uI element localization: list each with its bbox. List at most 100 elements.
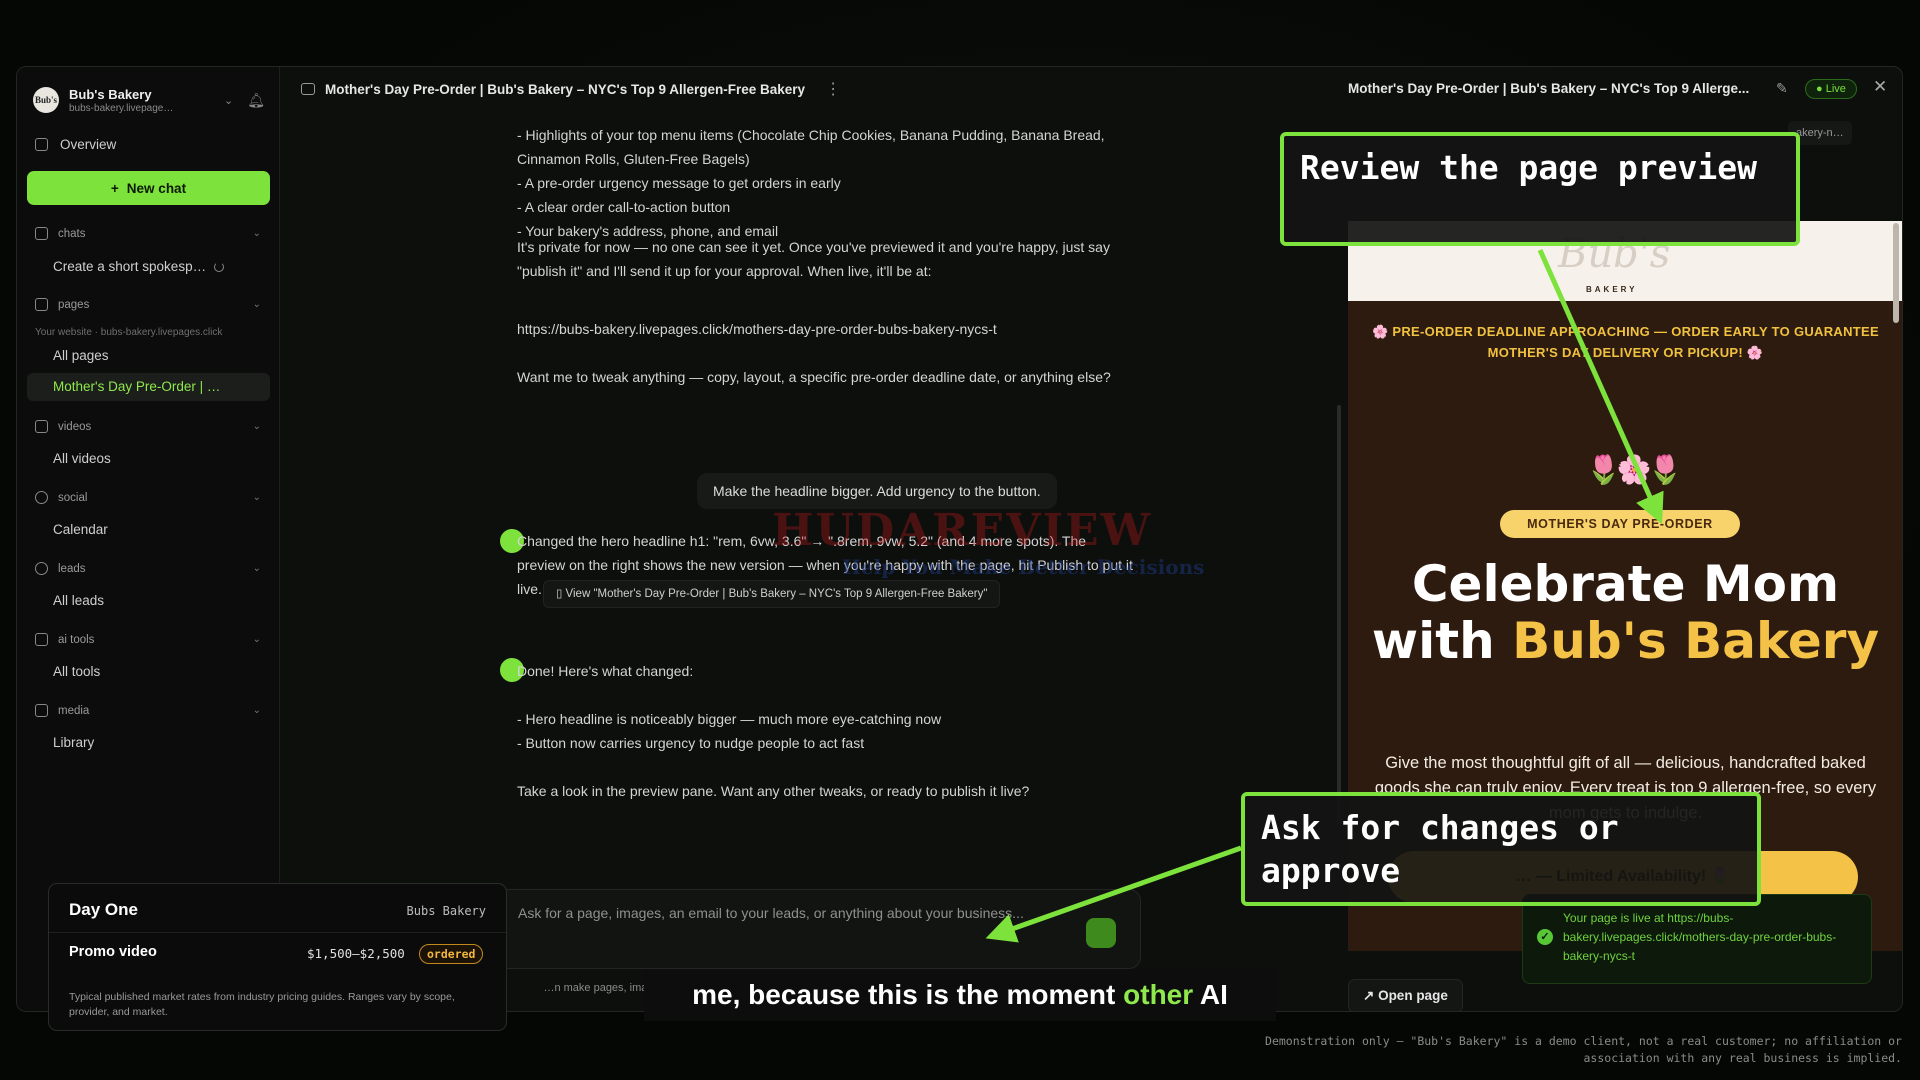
assistant-message: Want me to tweak anything — copy, layout… — [517, 369, 1111, 385]
video-icon — [35, 420, 48, 433]
chat-scrollbar[interactable] — [1337, 405, 1341, 825]
live-label: Live — [1825, 83, 1846, 95]
sidebar-item-all-pages[interactable]: All pages — [53, 348, 109, 363]
section-label: social — [58, 491, 88, 504]
live-status-badge: ● Live — [1805, 79, 1857, 99]
sidebar-item-calendar[interactable]: Calendar — [53, 522, 108, 537]
send-button[interactable] — [1086, 918, 1116, 948]
watermark: HUDAREVIEW — [772, 505, 1153, 556]
subtitle-text: AI — [1193, 979, 1228, 1010]
assistant-message: - Highlights of your top menu items (Cho… — [517, 127, 1105, 239]
sidebar: Bub's Bub's Bakery bubs-bakery.livepage…… — [17, 67, 280, 1011]
chevron-down-icon: ⌄ — [252, 299, 261, 310]
hero-line-1: Celebrate Mom — [1411, 555, 1840, 613]
callout-review-preview: Review the page preview — [1280, 132, 1800, 246]
section-videos[interactable]: videos ⌄ — [35, 420, 261, 433]
open-page-label: Open page — [1378, 988, 1448, 1003]
page-icon: ▯ — [556, 588, 566, 600]
section-label: leads — [58, 562, 86, 575]
plus-icon: + — [110, 180, 119, 196]
workspace-subdomain: bubs-bakery.livepage… — [69, 102, 174, 114]
close-icon[interactable]: ✕ — [1873, 77, 1887, 97]
section-label: ai tools — [58, 633, 95, 646]
status-badge: ordered — [419, 944, 484, 964]
cost-card-client: Bubs Bakery — [406, 904, 486, 918]
section-label: pages — [58, 298, 90, 311]
demo-disclaimer: Demonstration only — "Bub's Bakery" is a… — [1265, 1034, 1902, 1065]
video-subtitle: me, because this is the moment other AI — [644, 969, 1276, 1021]
page-icon — [35, 298, 48, 311]
sparkle-icon — [35, 633, 48, 646]
bell-icon[interactable]: 🔔︎ — [247, 92, 265, 109]
section-label: chats — [58, 227, 86, 240]
divider — [49, 932, 506, 933]
globe-icon — [35, 491, 48, 504]
loading-spinner-icon — [214, 262, 225, 273]
section-media[interactable]: media ⌄ — [35, 704, 261, 717]
chat-icon — [35, 227, 48, 240]
section-leads[interactable]: leads ⌄ — [35, 562, 261, 575]
sidebar-item-label: Overview — [60, 137, 117, 152]
sidebar-item-all-tools[interactable]: All tools — [53, 664, 100, 679]
user-message: Make the headline bigger. Add urgency to… — [697, 473, 1057, 509]
assistant-message: Take a look in the preview pane. Want an… — [517, 783, 1030, 799]
sidebar-item-overview[interactable]: Overview — [35, 137, 116, 152]
section-chats[interactable]: chats ⌄ — [35, 227, 261, 240]
section-ai-tools[interactable]: ai tools ⌄ — [35, 633, 261, 646]
sidebar-item-mothers-day-page[interactable]: Mother's Day Pre-Order | … — [27, 373, 270, 401]
live-toast: ✓ Your page is live at https://bubs-bake… — [1522, 894, 1872, 984]
edit-pencil-icon[interactable]: ✎ — [1776, 80, 1788, 97]
chevron-down-icon: ⌄ — [252, 563, 261, 574]
view-page-link[interactable]: ▯ View "Mother's Day Pre-Order | Bub's B… — [543, 580, 1001, 608]
watermark-tagline: Help You Make Better Decisions — [842, 555, 1205, 579]
new-chat-button[interactable]: + New chat — [27, 171, 270, 205]
chevron-down-icon[interactable]: ⌄ — [224, 94, 233, 107]
hero-headline: Celebrate Mom with Bub's Bakery — [1368, 556, 1883, 670]
open-page-button[interactable]: ↗ Open page — [1348, 979, 1463, 1011]
chevron-down-icon: ⌄ — [252, 634, 261, 645]
users-icon — [35, 562, 48, 575]
more-options-icon[interactable]: ⋮ — [825, 79, 841, 99]
urgency-banner: 🌸 PRE-ORDER DEADLINE APPROACHING — ORDER… — [1372, 324, 1879, 360]
top-bar: Mother's Day Pre-Order | Bub's Bakery – … — [281, 67, 1902, 111]
workspace-name: Bub's Bakery — [69, 86, 152, 102]
chevron-down-icon: ⌄ — [252, 228, 261, 239]
page-url-text: https://bubs-bakery.livepages.click/moth… — [517, 321, 997, 337]
home-icon — [35, 138, 48, 151]
assistant-message: - Hero headline is noticeably bigger — m… — [517, 711, 942, 751]
cost-card-title: Day One — [69, 900, 138, 919]
chevron-down-icon: ⌄ — [252, 492, 261, 503]
section-pages[interactable]: pages ⌄ — [35, 298, 261, 311]
cost-card-note: Typical published market rates from indu… — [69, 991, 455, 1018]
callout-ask-changes: Ask for changes or approve — [1241, 792, 1761, 906]
cost-item-price: $1,500–$2,500 — [307, 946, 405, 961]
image-icon — [35, 704, 48, 717]
chat-item-label: Create a short spokesp… — [53, 259, 207, 274]
hero-brand: Bub's Bakery — [1512, 612, 1880, 670]
cost-item-name: Promo video — [69, 944, 157, 960]
check-icon: ✓ — [1537, 929, 1553, 945]
chat-composer[interactable]: Ask for a page, images, an email to your… — [481, 889, 1141, 969]
composer-placeholder: Ask for a page, images, an email to your… — [518, 905, 1024, 921]
logo-tagline: BAKERY — [1586, 285, 1638, 294]
chevron-down-icon: ⌄ — [252, 705, 261, 716]
flowers-decoration: 🌷🌸🌷 — [1586, 454, 1683, 485]
preview-scrollbar[interactable] — [1893, 223, 1899, 323]
section-label: media — [58, 704, 90, 717]
section-social[interactable]: social ⌄ — [35, 491, 261, 504]
workspace-avatar: Bub's — [33, 87, 59, 113]
workspace-switcher[interactable]: Bub's Bub's Bakery bubs-bakery.livepage…… — [33, 83, 265, 117]
website-url: Your website · bubs-bakery.livepages.cli… — [35, 327, 223, 338]
assistant-message: Done! Here's what changed: — [517, 663, 694, 679]
sidebar-item-library[interactable]: Library — [53, 735, 94, 750]
cost-overlay-card: Day One Bubs Bakery Promo video $1,500–$… — [48, 883, 507, 1031]
preorder-badge: MOTHER'S DAY PRE-ORDER — [1500, 510, 1740, 538]
chat-title: Mother's Day Pre-Order | Bub's Bakery – … — [325, 81, 806, 97]
sidebar-item-all-leads[interactable]: All leads — [53, 593, 104, 608]
view-page-label: View "Mother's Day Pre-Order | Bub's Bak… — [565, 588, 988, 600]
new-chat-label: New chat — [126, 180, 187, 196]
assistant-message: It's private for now — no one can see it… — [517, 239, 1110, 279]
chat-icon — [301, 83, 315, 95]
chat-item[interactable]: Create a short spokesp… — [53, 259, 225, 274]
sidebar-item-all-videos[interactable]: All videos — [53, 451, 111, 466]
